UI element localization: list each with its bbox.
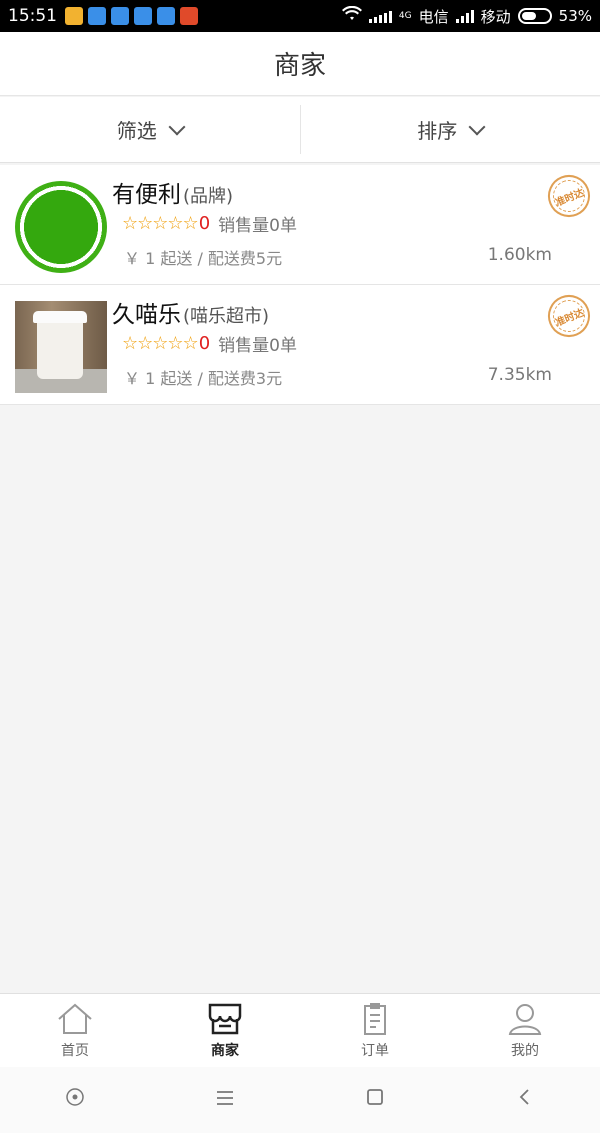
app-notification-icon	[157, 7, 175, 25]
wifi-icon	[341, 5, 362, 26]
network-type: 4G	[398, 11, 412, 21]
distance: 7.35km	[487, 365, 552, 385]
tab-label: 订单	[361, 1042, 389, 1059]
merchant-rating: ☆☆☆☆☆ 0 销售量0单	[122, 331, 297, 356]
merchant-name: 有便利	[112, 182, 181, 208]
tab-home[interactable]: 首页	[0, 994, 150, 1067]
mail-notification-icon	[65, 7, 83, 25]
delivery-info: ￥ 1 起送 / 配送费3元	[124, 369, 283, 388]
square-icon[interactable]	[365, 1087, 385, 1113]
user-icon	[508, 1003, 542, 1035]
sort-label: 排序	[417, 119, 458, 143]
app-notification-icon	[134, 7, 152, 25]
signal-icon	[368, 9, 392, 23]
star-rating-icon: ☆☆☆☆☆	[122, 213, 199, 234]
merchant-tag: (品牌)	[183, 186, 234, 207]
clipboard-icon	[364, 1002, 386, 1035]
circle-icon[interactable]	[65, 1087, 85, 1113]
chevron-down-icon	[168, 118, 186, 135]
signal-icon	[455, 9, 474, 23]
merchant-name: 久喵乐	[112, 302, 181, 328]
app-notification-icon	[111, 7, 129, 25]
carrier-2: 移动	[480, 7, 511, 26]
back-icon[interactable]	[515, 1087, 535, 1113]
merchant-tag: (喵乐超市)	[183, 306, 270, 327]
filter-label: 筛选	[116, 119, 157, 143]
sales-count: 销售量0单	[218, 336, 297, 356]
tab-label: 首页	[61, 1042, 89, 1059]
merchant-rating: ☆☆☆☆☆ 0 销售量0单	[122, 211, 297, 236]
merchant-item[interactable]: 有便利 (品牌) ☆☆☆☆☆ 0 销售量0单 ￥ 1 起送 / 配送费5元 1.6…	[0, 165, 600, 285]
tab-merchants[interactable]: 商家	[150, 994, 300, 1067]
merchant-photo	[15, 301, 107, 393]
system-nav-bar	[0, 1067, 600, 1133]
tab-label: 我的	[511, 1042, 539, 1059]
rating-score: 0	[198, 213, 211, 234]
status-time: 15:51	[8, 6, 57, 26]
bottom-tab-bar: 首页 商家 订单 我的	[0, 993, 600, 1067]
battery-icon	[517, 8, 552, 24]
sales-count: 销售量0单	[218, 216, 297, 236]
tab-orders[interactable]: 订单	[300, 994, 450, 1067]
battery-percent: 53%	[558, 7, 592, 25]
on-time-badge-icon: 准时达	[541, 288, 597, 344]
home-icon	[58, 1003, 92, 1034]
on-time-badge-icon: 准时达	[541, 168, 597, 224]
status-bar: 15:51 4G 电信 移动 53%	[0, 0, 600, 32]
merchant-logo	[15, 181, 107, 273]
menu-icon[interactable]	[215, 1088, 235, 1113]
app-notification-icon	[180, 7, 198, 25]
delivery-info: ￥ 1 起送 / 配送费5元	[124, 249, 283, 268]
filter-bar: 筛选 排序	[0, 97, 600, 163]
filter-dropdown[interactable]: 筛选	[0, 97, 300, 162]
app-notification-icon	[88, 7, 106, 25]
sort-dropdown[interactable]: 排序	[299, 105, 600, 154]
page-header: 商家	[0, 32, 600, 96]
chevron-down-icon	[468, 118, 486, 135]
tab-mine[interactable]: 我的	[450, 994, 600, 1067]
store-icon	[208, 1003, 242, 1034]
page-title: 商家	[273, 51, 326, 81]
merchant-title: 久喵乐 (喵乐超市)	[112, 295, 269, 329]
rating-score: 0	[198, 333, 211, 354]
merchant-list: 有便利 (品牌) ☆☆☆☆☆ 0 销售量0单 ￥ 1 起送 / 配送费5元 1.6…	[0, 165, 600, 405]
star-rating-icon: ☆☆☆☆☆	[122, 333, 199, 354]
merchant-title: 有便利 (品牌)	[112, 175, 233, 209]
tab-label: 商家	[211, 1042, 239, 1059]
distance: 1.60km	[487, 245, 552, 265]
carrier-1: 电信	[418, 7, 449, 26]
merchant-item[interactable]: 久喵乐 (喵乐超市) ☆☆☆☆☆ 0 销售量0单 ￥ 1 起送 / 配送费3元 7…	[0, 285, 600, 405]
